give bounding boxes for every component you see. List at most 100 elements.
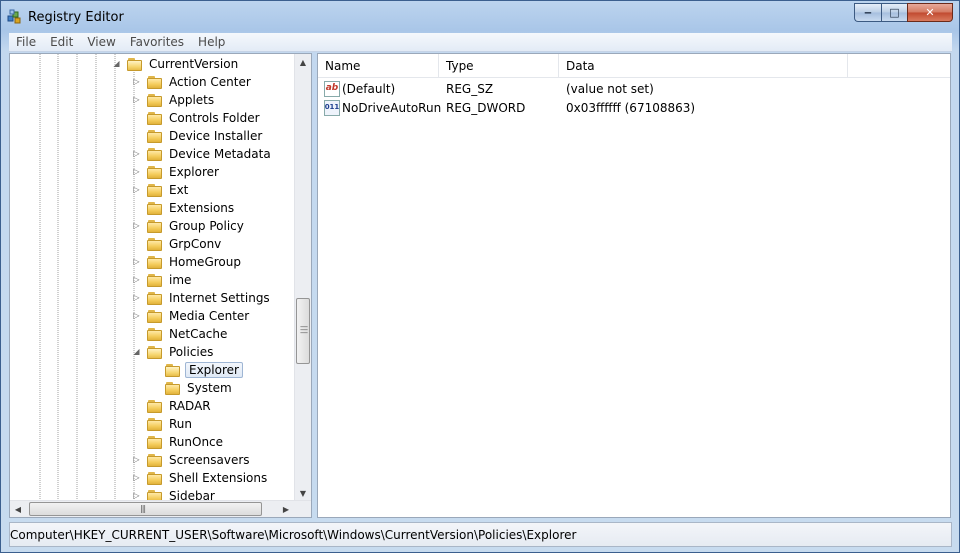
tree-item-label: Shell Extensions (169, 471, 268, 485)
tree-item[interactable]: ▷ Media Center (132, 307, 251, 325)
collapse-arrow-icon[interactable]: ◢ (112, 59, 121, 68)
tree-item-label: RunOnce (169, 435, 224, 449)
expand-arrow-icon[interactable]: ▷ (132, 167, 141, 176)
tree-item[interactable]: ▷ Ext (132, 181, 190, 199)
menu-view[interactable]: View (80, 35, 122, 49)
folder-icon (147, 93, 163, 107)
tree-item-label: Applets (169, 93, 215, 107)
maximize-button[interactable]: □ (881, 3, 907, 22)
tree-item[interactable]: Explorer (150, 361, 243, 379)
expand-arrow-icon[interactable]: ▷ (132, 257, 141, 266)
column-header-type[interactable]: Type (439, 54, 559, 78)
tree-horizontal-scrollbar[interactable]: ◀ ||| ▶ (10, 500, 311, 517)
collapse-arrow-icon[interactable]: ◢ (132, 347, 141, 356)
tree-item[interactable]: ▷ HomeGroup (132, 253, 243, 271)
values-list-pane[interactable]: Name Type Data ab (Default) REG_SZ (valu… (317, 53, 951, 518)
tree-item[interactable]: ▷ Shell Extensions (132, 469, 269, 487)
tree-item[interactable]: ▷ Explorer (132, 163, 221, 181)
expand-arrow-icon[interactable]: ▷ (132, 311, 141, 320)
scroll-right-icon[interactable]: ▶ (278, 501, 294, 517)
tree-item-label: ime (169, 273, 192, 287)
tree-item-label: HomeGroup (169, 255, 241, 269)
folder-icon (147, 453, 163, 467)
expand-arrow-icon[interactable]: ▷ (132, 491, 141, 500)
tree-item[interactable]: RunOnce (132, 433, 225, 451)
tree-item[interactable]: ▷ Action Center (132, 73, 253, 91)
expand-arrow-icon[interactable]: ▷ (132, 293, 141, 302)
tree-item-label: Explorer (169, 165, 219, 179)
tree-item-label: Screensavers (169, 453, 250, 467)
tree-item[interactable]: ▷ Screensavers (132, 451, 252, 469)
vertical-scroll-thumb[interactable]: — — — (296, 298, 310, 364)
column-header-filler (848, 54, 950, 78)
tree-connector (132, 239, 141, 248)
tree-connector (132, 113, 141, 122)
menu-help[interactable]: Help (191, 35, 232, 49)
folder-open-icon (127, 57, 143, 71)
expand-arrow-icon[interactable]: ▷ (132, 95, 141, 104)
registry-tree-pane[interactable]: ◢ CurrentVersion ▷ Action Center ▷ Applets C… (9, 53, 312, 518)
tree-item[interactable]: ▷ Applets (132, 91, 216, 109)
horizontal-scroll-thumb[interactable]: ||| (29, 502, 262, 516)
expand-arrow-icon[interactable]: ▷ (132, 221, 141, 230)
expand-arrow-icon[interactable]: ▷ (132, 149, 141, 158)
tree-item[interactable]: ▷ ime (132, 271, 193, 289)
tree-item-label: CurrentVersion (149, 57, 239, 71)
menu-favorites[interactable]: Favorites (123, 35, 191, 49)
table-row[interactable]: ab (Default) REG_SZ (value not set) (318, 79, 950, 98)
tree-item-label: Action Center (169, 75, 251, 89)
close-button[interactable]: ✕ (907, 3, 953, 22)
tree-item-label: NetCache (169, 327, 228, 341)
tree-item-label: Internet Settings (169, 291, 270, 305)
tree-item-label: Media Center (169, 309, 250, 323)
tree-item[interactable]: System (150, 379, 234, 397)
tree-item[interactable]: RADAR (132, 397, 213, 415)
tree-item[interactable]: Run (132, 415, 194, 433)
value-name: (Default) (342, 81, 396, 96)
caption-buttons: ‒ □ ✕ (854, 3, 953, 23)
expand-arrow-icon[interactable]: ▷ (132, 455, 141, 464)
expand-arrow-icon[interactable]: ▷ (132, 77, 141, 86)
minimize-button[interactable]: ‒ (854, 3, 881, 22)
grip-icon: ||| (140, 504, 146, 513)
folder-icon (147, 291, 163, 305)
tree-item[interactable]: NetCache (132, 325, 229, 343)
expand-arrow-icon[interactable]: ▷ (132, 275, 141, 284)
value-type: REG_DWORD (446, 100, 526, 115)
table-row[interactable]: 011 NoDriveAutoRun REG_DWORD 0x03ffffff … (318, 98, 950, 117)
folder-icon (147, 255, 163, 269)
tree-item[interactable]: Extensions (132, 199, 236, 217)
column-header-name[interactable]: Name (318, 54, 439, 78)
tree-item-currentversion[interactable]: ◢ CurrentVersion (112, 55, 240, 73)
scroll-up-icon[interactable]: ▲ (295, 54, 311, 71)
menu-file[interactable]: File (9, 35, 43, 49)
expand-arrow-icon[interactable]: ▷ (132, 473, 141, 482)
tree-item[interactable]: Device Installer (132, 127, 264, 145)
value-data: 0x03ffffff (67108863) (566, 100, 696, 115)
scroll-left-icon[interactable]: ◀ (10, 501, 26, 517)
tree-item-label: Device Metadata (169, 147, 271, 161)
tree-item-label: Extensions (169, 201, 235, 215)
tree-item-label: Ext (169, 183, 189, 197)
menu-bar: File Edit View Favorites Help (9, 33, 952, 52)
folder-icon (147, 111, 163, 125)
tree-item[interactable]: ▷ Group Policy (132, 217, 246, 235)
menu-edit[interactable]: Edit (43, 35, 80, 49)
folder-icon (147, 327, 163, 341)
string-value-icon: ab (324, 80, 340, 97)
tree-vertical-scrollbar[interactable]: ▲ — — — ▼ (294, 54, 311, 502)
expand-arrow-icon[interactable]: ▷ (132, 185, 141, 194)
tree-connector (132, 437, 141, 446)
tree-item[interactable]: ▷ Device Metadata (132, 145, 273, 163)
tree-item[interactable]: GrpConv (132, 235, 223, 253)
column-header-data[interactable]: Data (559, 54, 848, 78)
tree-connector (132, 401, 141, 410)
registry-editor-icon (7, 9, 21, 24)
tree-item[interactable]: Controls Folder (132, 109, 262, 127)
folder-icon (147, 201, 163, 215)
title-bar[interactable]: Registry Editor ‒ □ ✕ (1, 1, 959, 32)
tree-item[interactable]: ▷ Internet Settings (132, 289, 272, 307)
tree-connector (132, 203, 141, 212)
list-header: Name Type Data (318, 54, 950, 78)
tree-item[interactable]: ◢ Policies (132, 343, 215, 361)
